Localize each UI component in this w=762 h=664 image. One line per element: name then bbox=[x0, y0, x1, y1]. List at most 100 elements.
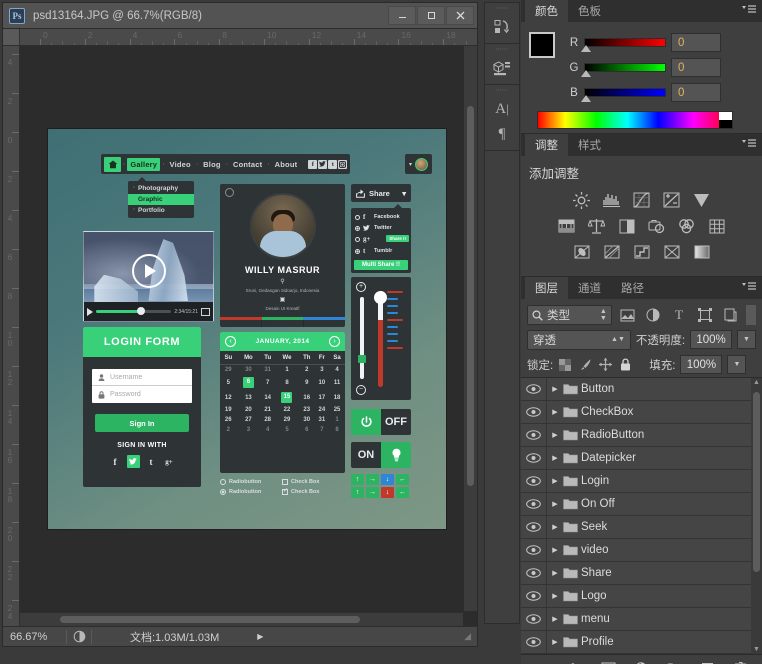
layer-expand-arrow[interactable]: ▶ bbox=[547, 546, 563, 554]
play-small-icon[interactable] bbox=[87, 307, 93, 316]
3d-icon[interactable] bbox=[491, 58, 513, 78]
calendar-day[interactable]: 7 bbox=[260, 375, 275, 390]
channel-slider-r[interactable] bbox=[581, 38, 666, 52]
calendar-day[interactable]: 22 bbox=[275, 405, 299, 415]
calendar-day[interactable]: 16 bbox=[299, 390, 315, 405]
share-tooltip-button[interactable]: Share !! bbox=[386, 235, 409, 242]
vibrance-icon[interactable] bbox=[691, 190, 713, 210]
type-filter-icon[interactable]: T bbox=[669, 305, 689, 325]
layer-visibility-icon[interactable] bbox=[521, 608, 547, 630]
levels-icon[interactable] bbox=[601, 190, 623, 210]
gradient-map-icon[interactable] bbox=[691, 242, 713, 262]
opacity-value[interactable]: 100% bbox=[690, 330, 733, 349]
nav-item-gallery[interactable]: Gallery bbox=[127, 157, 161, 171]
exposure-icon[interactable] bbox=[661, 190, 683, 210]
calendar-day[interactable]: 18 bbox=[329, 390, 345, 405]
calendar-day[interactable]: 11 bbox=[329, 375, 345, 390]
blend-mode-select[interactable]: 穿透 ▲▼ bbox=[527, 329, 631, 350]
character-icon[interactable]: A | bbox=[491, 99, 513, 119]
calendar-day[interactable]: 8 bbox=[329, 425, 345, 435]
video-seek-handle[interactable] bbox=[136, 307, 145, 315]
seek-slider-vertical[interactable] bbox=[358, 297, 366, 379]
channel-value-g[interactable]: 0 bbox=[671, 58, 721, 77]
position-lock-icon[interactable] bbox=[598, 358, 612, 372]
share-option-twitter[interactable]: Twitter bbox=[351, 223, 411, 233]
target-icon[interactable] bbox=[225, 188, 234, 197]
vertical-ruler[interactable]: 4 2 0 2 4 6 8 10 12 14 16 18 20 22 24 bbox=[3, 46, 20, 626]
zoom-out-icon[interactable]: − bbox=[356, 385, 366, 395]
share-option-tumblr[interactable]: t Tumblr bbox=[351, 245, 411, 257]
calendar-day[interactable]: 24 bbox=[315, 405, 329, 415]
sign-in-button[interactable]: Sign In bbox=[95, 414, 189, 432]
panel-menu-icon[interactable] bbox=[742, 5, 756, 15]
video-player[interactable]: 2:34/15:21 bbox=[83, 231, 214, 322]
zoom-in-icon[interactable]: + bbox=[356, 282, 366, 292]
tab-styles[interactable]: 样式 bbox=[568, 134, 611, 156]
calendar-day[interactable]: 8 bbox=[275, 375, 299, 390]
layer-row[interactable]: ▶ On Off bbox=[521, 493, 762, 516]
calendar-day[interactable]: 9 bbox=[299, 375, 315, 390]
arrow-up-button-2[interactable]: ↑ bbox=[351, 487, 364, 498]
zoom-level[interactable]: 66.67% bbox=[6, 631, 62, 643]
panel-drag-handle[interactable]: ⋯⋯ bbox=[496, 47, 509, 53]
layer-expand-arrow[interactable]: ▶ bbox=[547, 477, 563, 485]
black-white-icon[interactable] bbox=[616, 216, 638, 236]
tab-color[interactable]: 颜色 bbox=[525, 0, 568, 22]
layer-visibility-icon[interactable] bbox=[521, 631, 547, 653]
tumblr-icon[interactable]: t bbox=[145, 455, 158, 468]
layer-visibility-icon[interactable] bbox=[521, 493, 547, 515]
video-seekbar[interactable] bbox=[96, 307, 172, 315]
arrow-left-icon[interactable]: ‹ bbox=[225, 336, 236, 347]
calendar-day[interactable]: 13 bbox=[237, 390, 261, 405]
radio-option-unselected[interactable]: Radiobutton bbox=[220, 479, 276, 485]
layer-expand-arrow[interactable]: ▶ bbox=[547, 523, 563, 531]
nav-item-about[interactable]: About bbox=[272, 158, 301, 171]
link-icon[interactable] bbox=[535, 660, 551, 664]
fullscreen-icon[interactable] bbox=[201, 307, 210, 316]
facebook-icon[interactable]: f bbox=[109, 455, 122, 468]
new-layer-icon[interactable] bbox=[700, 660, 716, 664]
thermometer-slider[interactable] bbox=[374, 291, 387, 387]
layer-row[interactable]: ▶ Login bbox=[521, 470, 762, 493]
toggle-bulb-on[interactable]: ON bbox=[351, 442, 411, 468]
close-button[interactable] bbox=[446, 6, 474, 25]
tab-swatches[interactable]: 色板 bbox=[568, 0, 611, 22]
toggle-off-label[interactable]: OFF bbox=[381, 409, 411, 435]
threshold-icon[interactable] bbox=[631, 242, 653, 262]
tab-layers[interactable]: 图层 bbox=[525, 277, 568, 299]
calendar-day[interactable]: 6 bbox=[299, 425, 315, 435]
scroll-down-arrow[interactable]: ▼ bbox=[751, 646, 762, 653]
user-avatar-menu[interactable]: ▾ bbox=[404, 154, 432, 174]
calendar-day[interactable]: 4 bbox=[329, 365, 345, 376]
thermometer-handle[interactable] bbox=[374, 291, 387, 304]
layer-visibility-icon[interactable] bbox=[521, 516, 547, 538]
share-button[interactable]: Share ▾ bbox=[351, 184, 411, 202]
fill-value[interactable]: 100% bbox=[680, 355, 723, 374]
curves-icon[interactable] bbox=[631, 190, 653, 210]
layer-expand-arrow[interactable]: ▶ bbox=[547, 431, 563, 439]
facebook-icon[interactable]: f bbox=[308, 159, 318, 169]
resize-grip[interactable]: ◢ bbox=[464, 631, 474, 642]
fill-dropdown-icon[interactable]: ▼ bbox=[727, 355, 747, 374]
foreground-color-swatch[interactable] bbox=[529, 32, 555, 58]
calendar-day[interactable]: 29 bbox=[220, 365, 237, 376]
nav-item-contact[interactable]: Contact bbox=[230, 158, 265, 171]
arrow-up-button[interactable]: ↑ bbox=[351, 474, 364, 485]
layer-row[interactable]: ▶ CheckBox bbox=[521, 401, 762, 424]
maximize-button[interactable] bbox=[417, 6, 445, 25]
layer-expand-arrow[interactable]: ▶ bbox=[547, 569, 563, 577]
posterize-icon[interactable] bbox=[601, 242, 623, 262]
layer-row[interactable]: ▶ video bbox=[521, 539, 762, 562]
layer-row[interactable]: ▶ Seek bbox=[521, 516, 762, 539]
adjustment-filter-icon[interactable] bbox=[643, 305, 663, 325]
paragraph-icon[interactable]: ¶ bbox=[491, 124, 513, 144]
layer-expand-arrow[interactable]: ▶ bbox=[547, 454, 563, 462]
scroll-up-arrow[interactable]: ▲ bbox=[751, 379, 762, 386]
calendar-day[interactable]: 3 bbox=[315, 365, 329, 376]
layer-expand-arrow[interactable]: ▶ bbox=[547, 500, 563, 508]
layer-expand-arrow[interactable]: ▶ bbox=[547, 592, 563, 600]
calendar-day[interactable]: 4 bbox=[260, 425, 275, 435]
minimize-button[interactable] bbox=[388, 6, 416, 25]
layer-list-scrollbar[interactable]: ▲ ▼ bbox=[751, 378, 762, 654]
canvas-vertical-scrollbar[interactable] bbox=[463, 46, 477, 611]
